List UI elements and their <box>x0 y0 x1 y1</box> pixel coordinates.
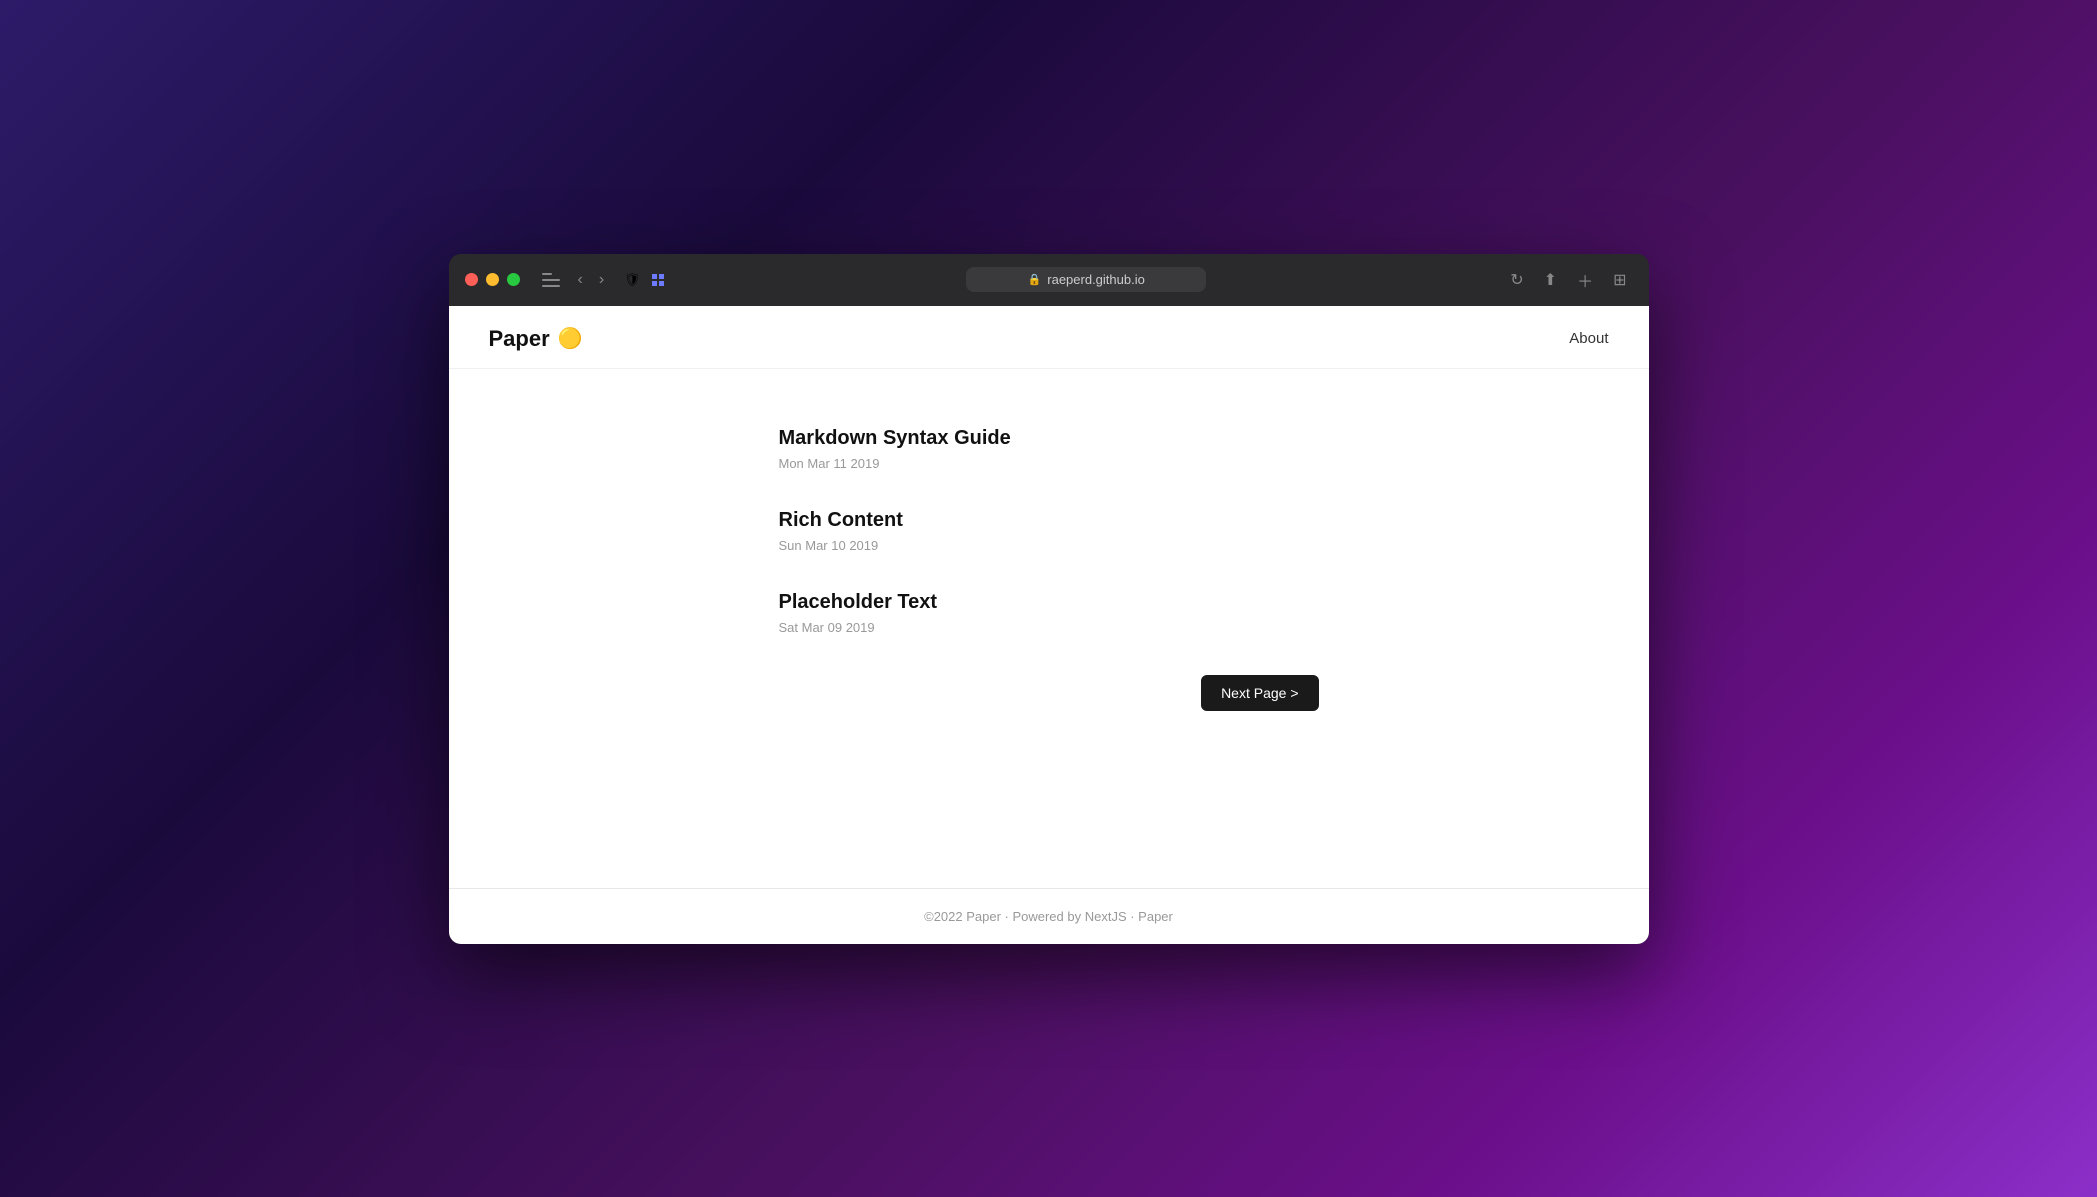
site-logo[interactable]: Paper 🟡 <box>489 326 583 352</box>
next-page-button[interactable]: Next Page > <box>1201 675 1318 711</box>
site-header: Paper 🟡 About <box>449 306 1649 369</box>
browser-icons: 🛡 <box>622 270 668 290</box>
page-content: Paper 🟡 About Markdown Syntax Guide Mon … <box>449 306 1649 944</box>
title-bar: ‹ › 🛡 🔒 raeperd.github.io ↻ ⬆ ＋ ⊞ <box>449 254 1649 306</box>
new-tab-button[interactable]: ＋ <box>1571 264 1599 296</box>
footer-text: ©2022 Paper · Powered by NextJS · Paper <box>924 909 1173 924</box>
sidebar-toggle-button[interactable] <box>542 273 560 287</box>
extensions-icon <box>648 270 668 290</box>
post-title[interactable]: Markdown Syntax Guide <box>779 427 1319 450</box>
maximize-button[interactable] <box>507 273 520 286</box>
back-button[interactable]: ‹ <box>572 267 589 293</box>
minimize-button[interactable] <box>486 273 499 286</box>
post-list: Markdown Syntax Guide Mon Mar 11 2019 Ri… <box>779 409 1319 655</box>
traffic-lights <box>465 273 520 286</box>
site-title: Paper <box>489 326 550 352</box>
browser-window: ‹ › 🛡 🔒 raeperd.github.io ↻ ⬆ ＋ ⊞ <box>449 254 1649 944</box>
nav-about[interactable]: About <box>1569 330 1608 347</box>
site-footer: ©2022 Paper · Powered by NextJS · Paper <box>449 888 1649 944</box>
url-text: raeperd.github.io <box>1047 272 1145 287</box>
share-button[interactable]: ⬆ <box>1538 266 1563 294</box>
toolbar-right: ↻ ⬆ ＋ ⊞ <box>1504 264 1632 296</box>
pagination: Next Page > <box>779 655 1319 751</box>
list-item[interactable]: Markdown Syntax Guide Mon Mar 11 2019 <box>779 409 1319 491</box>
nav-buttons: ‹ › <box>572 267 611 293</box>
post-title[interactable]: Placeholder Text <box>779 591 1319 614</box>
address-bar[interactable]: 🔒 raeperd.github.io <box>966 267 1206 292</box>
grid-view-button[interactable]: ⊞ <box>1607 266 1632 294</box>
site-nav: About <box>1569 330 1608 347</box>
forward-button[interactable]: › <box>593 267 610 293</box>
main-content: Markdown Syntax Guide Mon Mar 11 2019 Ri… <box>739 369 1359 888</box>
site-emoji: 🟡 <box>558 326 583 351</box>
list-item[interactable]: Rich Content Sun Mar 10 2019 <box>779 491 1319 573</box>
post-date: Mon Mar 11 2019 <box>779 456 880 471</box>
reload-button[interactable]: ↻ <box>1504 266 1529 294</box>
address-bar-container: 🔒 raeperd.github.io <box>676 267 1496 292</box>
post-date: Sun Mar 10 2019 <box>779 538 879 553</box>
close-button[interactable] <box>465 273 478 286</box>
list-item[interactable]: Placeholder Text Sat Mar 09 2019 <box>779 573 1319 655</box>
post-title[interactable]: Rich Content <box>779 509 1319 532</box>
shield-icon: 🛡 <box>622 270 642 290</box>
post-date: Sat Mar 09 2019 <box>779 620 875 635</box>
lock-icon: 🔒 <box>1028 273 1042 286</box>
